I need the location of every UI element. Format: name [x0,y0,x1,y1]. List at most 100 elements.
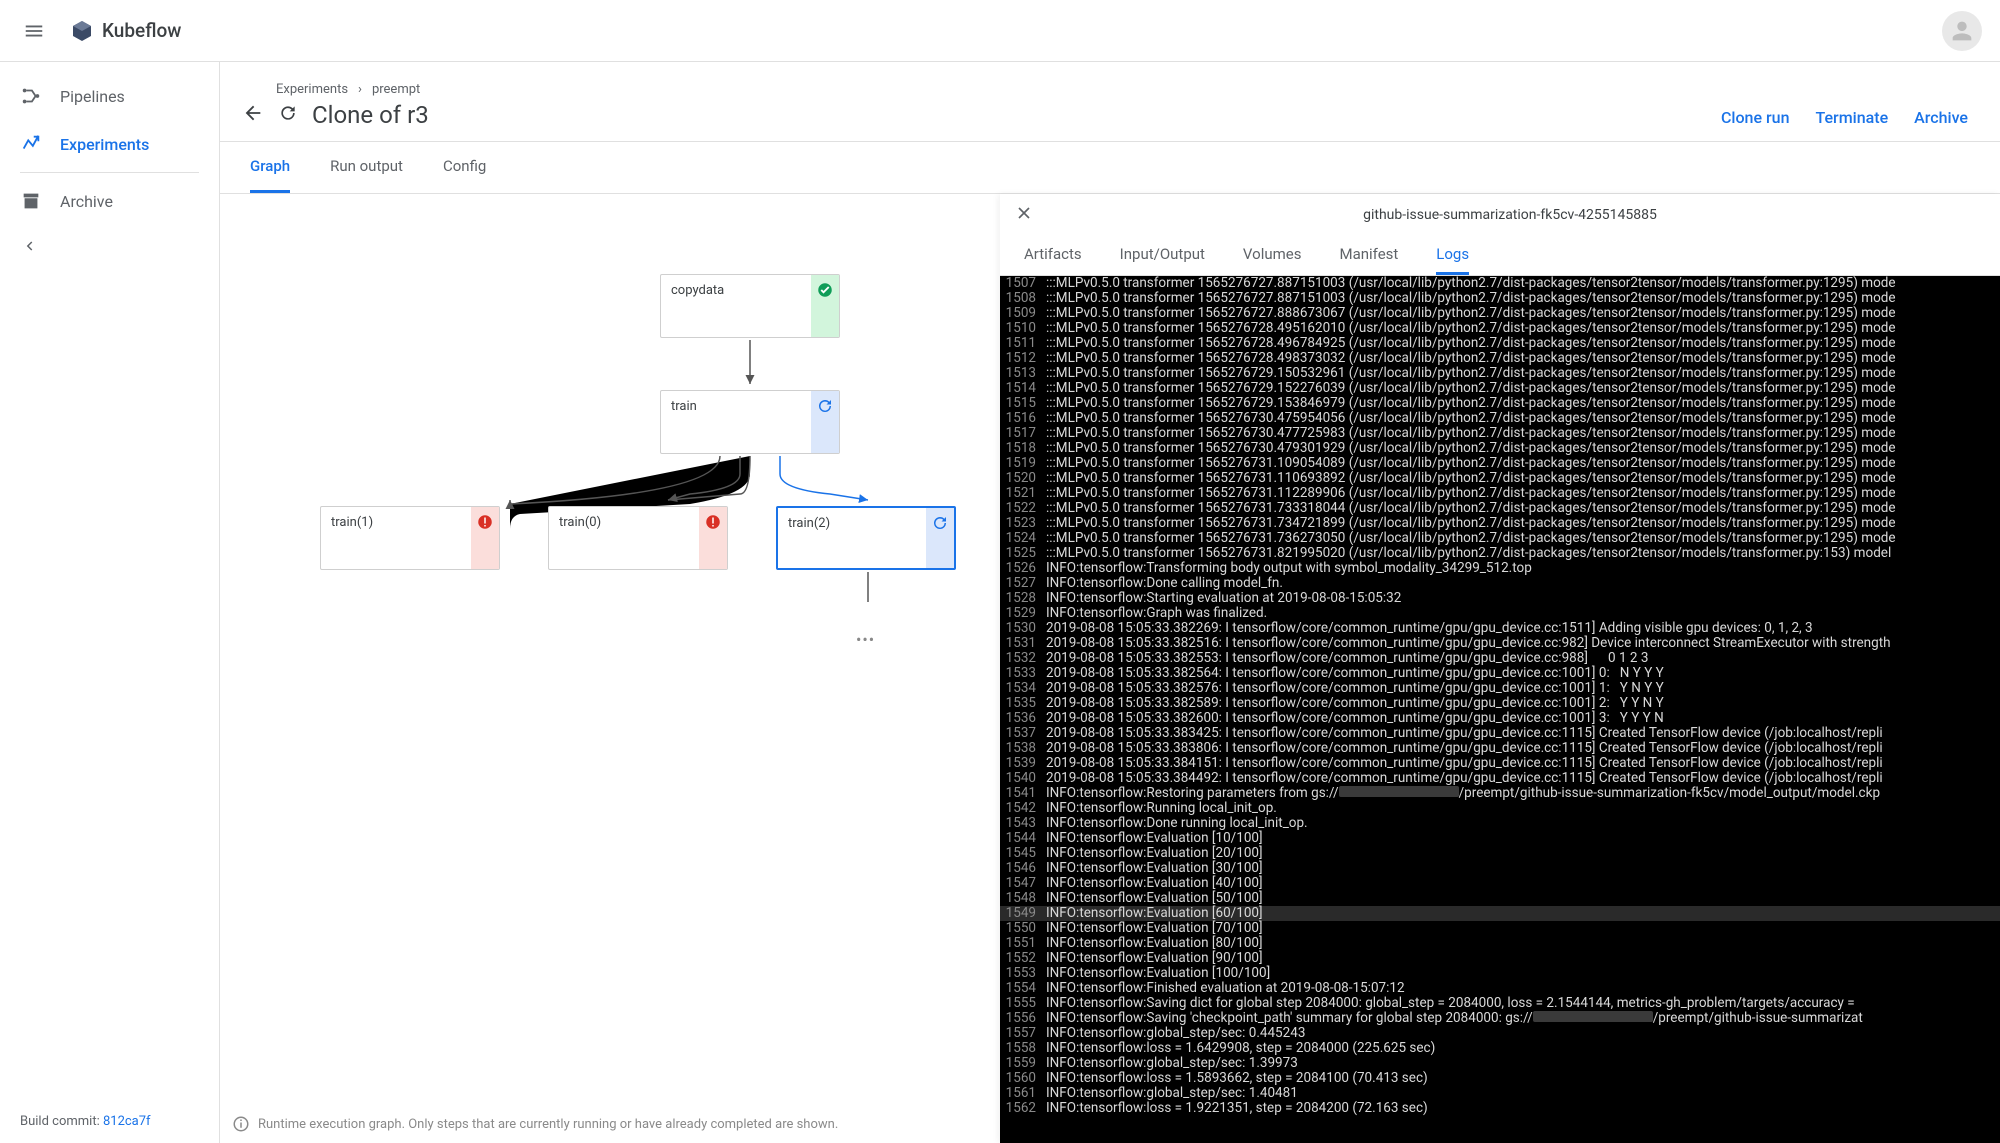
back-button[interactable] [242,102,264,128]
log-line: 15342019-08-08 15:05:33.382576: I tensor… [1000,681,2000,696]
log-line: 15382019-08-08 15:05:33.383806: I tensor… [1000,741,2000,756]
log-line: 15352019-08-08 15:05:33.382589: I tensor… [1000,696,2000,711]
sidebar-label: Archive [60,192,113,211]
breadcrumb-link[interactable]: preempt [372,82,420,97]
graph-more-indicator: ••• [856,630,875,649]
log-line: 1523:::MLPv0.5.0 transformer 1565276731.… [1000,516,2000,531]
sidebar-item-experiments[interactable]: Experiments [0,120,219,168]
logs-viewer[interactable]: 1507:::MLPv0.5.0 transformer 1565276727.… [1000,276,2000,1143]
close-icon [1014,203,1034,223]
log-line: 1547INFO:tensorflow:Evaluation [40/100] [1000,876,2000,891]
refresh-icon [278,103,298,123]
sp-tab-artifacts[interactable]: Artifacts [1024,236,1082,275]
sp-tab-input-output[interactable]: Input/Output [1120,236,1205,275]
content-area: copydata train train(1) [220,194,2000,1143]
graph-node-train2[interactable]: train(2) [776,506,956,570]
side-panel-tabs: Artifacts Input/Output Volumes Manifest … [1000,236,2000,276]
log-line: 1544INFO:tensorflow:Evaluation [10/100] [1000,831,2000,846]
tab-graph[interactable]: Graph [250,142,290,193]
side-panel-title: github-issue-summarization-fk5cv-4255145… [1034,207,1986,223]
log-line: 1514:::MLPv0.5.0 transformer 1565276729.… [1000,381,2000,396]
build-commit: Build commit: 812ca7f [0,1100,219,1143]
person-icon [1948,17,1976,45]
log-line: 1549INFO:tensorflow:Evaluation [60/100] [1000,906,2000,921]
chevron-left-icon [20,237,38,255]
log-line: 1553INFO:tensorflow:Evaluation [100/100] [1000,966,2000,981]
log-line: 1541INFO:tensorflow:Restoring parameters… [1000,786,2000,801]
menu-button[interactable] [18,15,50,47]
tab-config[interactable]: Config [443,142,486,193]
sp-tab-manifest[interactable]: Manifest [1339,236,1398,275]
sp-tab-volumes[interactable]: Volumes [1243,236,1302,275]
build-commit-link[interactable]: 812ca7f [103,1114,151,1129]
log-line: 15322019-08-08 15:05:33.382553: I tensor… [1000,651,2000,666]
node-status-stripe [471,507,499,569]
log-line: 1517:::MLPv0.5.0 transformer 1565276730.… [1000,426,2000,441]
pipelines-icon [20,85,42,107]
log-line: 1520:::MLPv0.5.0 transformer 1565276731.… [1000,471,2000,486]
archive-icon [20,190,42,212]
node-label: train [661,391,811,453]
run-tabs: Graph Run output Config [220,142,2000,194]
log-line: 1529INFO:tensorflow:Graph was finalized. [1000,606,2000,621]
info-icon [232,1115,250,1133]
breadcrumb-link[interactable]: Experiments [276,82,348,97]
top-bar: Kubeflow [0,0,2000,62]
log-line: 15392019-08-08 15:05:33.384151: I tensor… [1000,756,2000,771]
graph-node-train0[interactable]: train(0) [548,506,728,570]
log-line: 1552INFO:tensorflow:Evaluation [90/100] [1000,951,2000,966]
node-status-stripe [699,507,727,569]
log-line: 1561INFO:tensorflow:global_step/sec: 1.4… [1000,1086,2000,1101]
graph-footer-note: Runtime execution graph. Only steps that… [232,1115,838,1133]
log-line: 15402019-08-08 15:05:33.384492: I tensor… [1000,771,2000,786]
log-line: 1551INFO:tensorflow:Evaluation [80/100] [1000,936,2000,951]
user-avatar[interactable] [1942,11,1982,51]
hamburger-icon [23,20,45,42]
log-line: 15332019-08-08 15:05:33.382564: I tensor… [1000,666,2000,681]
node-status-stripe [926,508,954,568]
side-panel-close-button[interactable] [1014,203,1034,227]
sp-tab-logs[interactable]: Logs [1436,236,1469,275]
log-line: 1562INFO:tensorflow:loss = 1.9221351, st… [1000,1101,2000,1116]
log-line: 1543INFO:tensorflow:Done running local_i… [1000,816,2000,831]
log-line: 1515:::MLPv0.5.0 transformer 1565276729.… [1000,396,2000,411]
refresh-button[interactable] [278,103,298,127]
log-line: 1554INFO:tensorflow:Finished evaluation … [1000,981,2000,996]
log-line: 1557INFO:tensorflow:global_step/sec: 0.4… [1000,1026,2000,1041]
log-line: 1550INFO:tensorflow:Evaluation [70/100] [1000,921,2000,936]
log-line: 1528INFO:tensorflow:Starting evaluation … [1000,591,2000,606]
brand-name: Kubeflow [102,19,181,42]
graph-node-copydata[interactable]: copydata [660,274,840,338]
log-line: 15312019-08-08 15:05:33.382516: I tensor… [1000,636,2000,651]
error-icon [476,513,494,531]
clone-run-button[interactable]: Clone run [1721,108,1790,127]
log-line: 1522:::MLPv0.5.0 transformer 1565276731.… [1000,501,2000,516]
sidebar-item-archive[interactable]: Archive [0,177,219,225]
sidebar-item-pipelines[interactable]: Pipelines [0,72,219,120]
archive-button[interactable]: Archive [1914,108,1968,127]
terminate-button[interactable]: Terminate [1815,108,1888,127]
log-line: 1513:::MLPv0.5.0 transformer 1565276729.… [1000,366,2000,381]
log-line: 1516:::MLPv0.5.0 transformer 1565276730.… [1000,411,2000,426]
tab-run-output[interactable]: Run output [330,142,403,193]
graph-node-train1[interactable]: train(1) [320,506,500,570]
log-line: 1542INFO:tensorflow:Running local_init_o… [1000,801,2000,816]
log-line: 1518:::MLPv0.5.0 transformer 1565276730.… [1000,441,2000,456]
sidebar-label: Experiments [60,135,149,154]
experiments-icon [20,133,42,155]
arrow-back-icon [242,102,264,124]
log-line: 1560INFO:tensorflow:loss = 1.5893662, st… [1000,1071,2000,1086]
graph-node-train[interactable]: train [660,390,840,454]
brand: Kubeflow [70,19,181,43]
node-label: train(2) [778,508,926,568]
sidebar-collapse-button[interactable] [0,225,219,271]
page-header: Experiments › preempt Clone of r3 Clone … [220,62,2000,142]
log-line: 1512:::MLPv0.5.0 transformer 1565276728.… [1000,351,2000,366]
log-line: 1509:::MLPv0.5.0 transformer 1565276727.… [1000,306,2000,321]
log-line: 1511:::MLPv0.5.0 transformer 1565276728.… [1000,336,2000,351]
log-line: 1555INFO:tensorflow:Saving dict for glob… [1000,996,2000,1011]
main: Experiments › preempt Clone of r3 Clone … [220,62,2000,1143]
breadcrumbs: Experiments › preempt [242,82,1721,97]
node-label: train(0) [549,507,699,569]
log-line: 1527INFO:tensorflow:Done calling model_f… [1000,576,2000,591]
